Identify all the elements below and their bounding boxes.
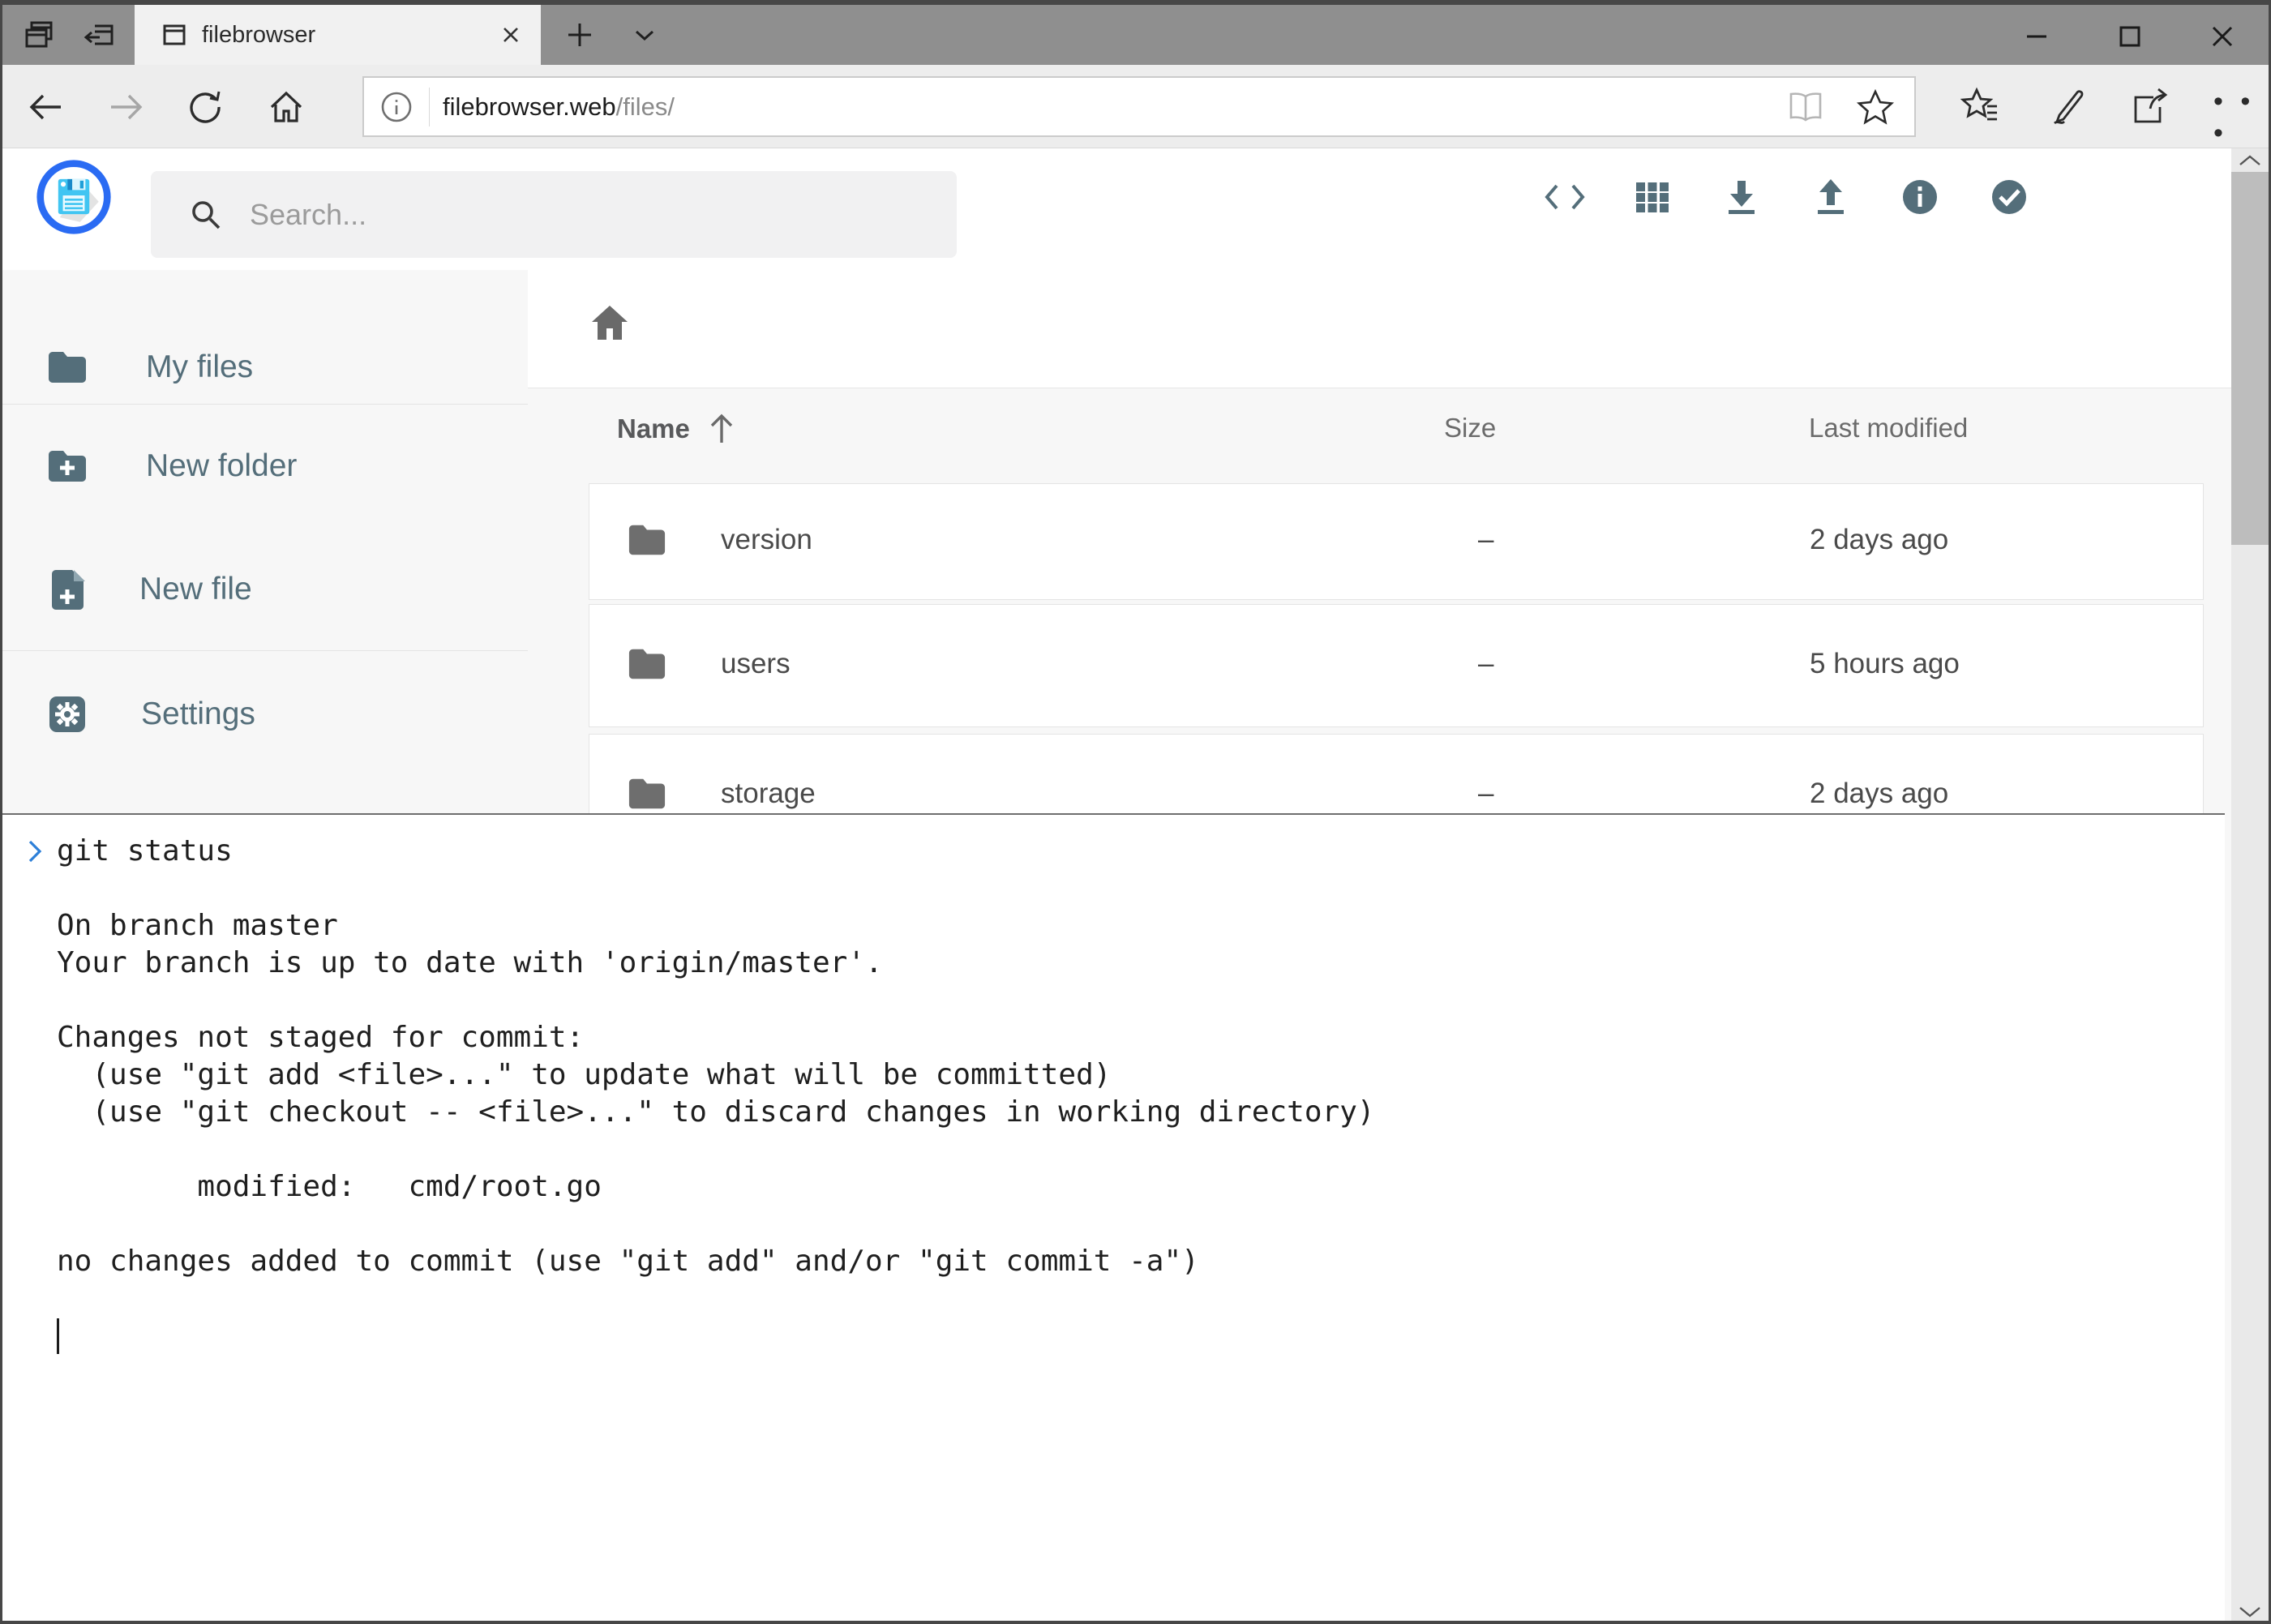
terminal-line: no changes added to commit (use "git add… [57, 1243, 2200, 1280]
tab-page-icon [161, 22, 187, 48]
terminal-line: Changes not staged for commit: [57, 1019, 2200, 1056]
terminal-line: Your branch is up to date with 'origin/m… [57, 945, 2200, 982]
info-icon[interactable] [1900, 178, 1939, 216]
web-note-pen-icon[interactable] [2045, 86, 2087, 149]
terminal-line [57, 1131, 2200, 1168]
url-host: filebrowser.web [443, 92, 616, 121]
filebrowser-header [2, 148, 2231, 270]
window-border [0, 0, 2, 1624]
terminal-line: modified: cmd/root.go [57, 1168, 2200, 1206]
sidebar-divider [2, 404, 528, 405]
breadcrumb [528, 270, 2234, 388]
window-maximize-button[interactable] [2093, 11, 2166, 62]
window-border [0, 1621, 2271, 1624]
window-border [0, 0, 2271, 5]
filebrowser-logo-icon[interactable] [35, 158, 113, 236]
upload-icon[interactable] [1811, 178, 1850, 216]
tab-dropdown-icon[interactable] [628, 19, 661, 51]
sidebar-item-new-folder[interactable]: New folder [47, 442, 297, 491]
new-file-icon [49, 568, 85, 611]
refresh-icon[interactable] [186, 88, 225, 126]
column-header-name[interactable]: Name [617, 413, 735, 445]
settings-more-icon[interactable]: • • • [2213, 86, 2269, 149]
window-minimize-button[interactable] [2000, 11, 2073, 62]
terminal-line: On branch master [57, 907, 2200, 945]
terminal-panel[interactable]: git status On branch master Your branch … [0, 813, 2225, 1624]
forward-icon[interactable] [106, 88, 145, 126]
tab-title: filebrowser [202, 22, 315, 49]
scroll-down-icon[interactable] [2238, 1605, 2262, 1619]
sidebar-item-new-file[interactable]: New file [47, 565, 252, 614]
file-row-version[interactable]: version – 2 days ago [589, 483, 2204, 600]
terminal-command: git status [57, 833, 2200, 870]
tab-close-icon[interactable] [499, 23, 523, 47]
set-tabs-aside-icon[interactable] [84, 19, 116, 51]
select-check-icon[interactable] [1990, 178, 2029, 216]
search-input[interactable] [250, 198, 898, 232]
home-icon[interactable] [267, 88, 306, 126]
download-icon[interactable] [1722, 178, 1761, 216]
sidebar-item-settings[interactable]: Settings [47, 690, 255, 739]
address-bar[interactable]: filebrowser.web/files/ [362, 76, 1916, 137]
scroll-up-icon[interactable] [2238, 153, 2262, 168]
sort-asc-icon [708, 413, 735, 445]
reading-view-icon[interactable] [1786, 89, 1825, 125]
browser-window: filebrowser [0, 0, 2271, 1624]
folder-icon [628, 523, 666, 557]
folder-icon [628, 777, 666, 811]
terminal-line [57, 982, 2200, 1019]
search-icon [188, 197, 224, 233]
tab-bar: filebrowser [2, 5, 2269, 65]
url-path: /files/ [616, 92, 675, 121]
new-tab-icon[interactable] [563, 19, 596, 51]
browser-scrollbar[interactable] [2231, 148, 2269, 1624]
search-box[interactable] [151, 171, 957, 258]
browser-tab[interactable]: filebrowser [135, 5, 541, 65]
url-separator [429, 88, 430, 126]
sidebar-divider [2, 650, 528, 651]
tab-preview-icon[interactable] [23, 19, 55, 51]
favorite-star-icon[interactable] [1856, 88, 1895, 126]
terminal-line [57, 870, 2200, 907]
terminal-line [57, 1280, 2200, 1318]
terminal-line: (use "git checkout -- <file>..." to disc… [57, 1094, 2200, 1131]
window-close-button[interactable] [2186, 11, 2259, 62]
column-header-modified[interactable]: Last modified [1809, 413, 1968, 443]
new-folder-icon [47, 449, 88, 483]
raw-code-icon[interactable] [1544, 178, 1583, 216]
terminal-line [57, 1206, 2200, 1243]
sidebar-item-my-files[interactable]: My files [47, 343, 253, 392]
terminal-prompt-icon [27, 839, 45, 863]
back-icon[interactable] [27, 88, 66, 126]
browser-toolbar: filebrowser.web/files/ [2, 65, 2269, 148]
settings-icon [49, 696, 86, 733]
scrollbar-thumb[interactable] [2231, 172, 2269, 545]
grid-view-icon[interactable] [1633, 178, 1672, 216]
terminal-cursor-line [57, 1318, 2200, 1356]
terminal-line: (use "git add <file>..." to update what … [57, 1056, 2200, 1094]
folder-icon [628, 647, 666, 681]
share-icon[interactable] [2129, 86, 2171, 149]
folder-icon [47, 350, 88, 384]
file-row-users[interactable]: users – 5 hours ago [589, 604, 2204, 727]
text-cursor [57, 1318, 59, 1354]
breadcrumb-home-icon[interactable] [589, 302, 630, 343]
column-header-size[interactable]: Size [1444, 413, 1496, 443]
site-info-icon[interactable] [379, 89, 414, 125]
favorites-hub-icon[interactable] [1960, 86, 2003, 149]
